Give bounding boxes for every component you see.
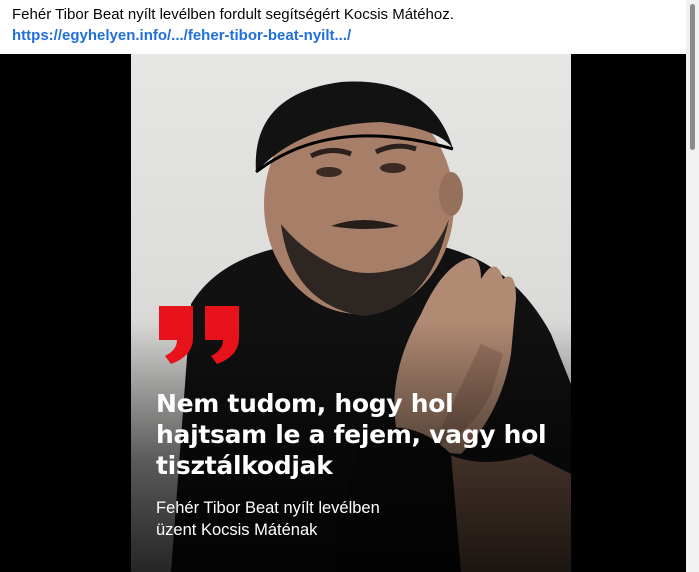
subline-line: Fehér Tibor Beat nyílt levélben	[156, 499, 380, 517]
headline-line: hajtsam le a fejem, vagy hol	[156, 420, 547, 449]
video-frame[interactable]: Nem tudom, hogy hol hajtsam le a fejem, …	[131, 54, 571, 572]
scrollbar-thumb[interactable]	[690, 4, 695, 150]
post-header: Fehér Tibor Beat nyílt levélben fordult …	[0, 0, 686, 54]
subline-line: üzent Kocsis Máténak	[156, 521, 318, 539]
headline-line: Nem tudom, hogy hol	[156, 389, 454, 418]
scrollbar[interactable]	[686, 0, 699, 572]
quote-icon	[159, 306, 239, 364]
post-link[interactable]: https://egyhelyen.info/.../feher-tibor-b…	[12, 27, 351, 44]
post-text: Fehér Tibor Beat nyílt levélben fordult …	[12, 6, 454, 23]
quote-subline: Fehér Tibor Beat nyílt levélben üzent Ko…	[156, 497, 556, 541]
quote-headline: Nem tudom, hogy hol hajtsam le a fejem, …	[156, 388, 566, 481]
headline-line: tisztálkodjak	[156, 451, 333, 480]
post-media[interactable]: Nem tudom, hogy hol hajtsam le a fejem, …	[0, 54, 686, 572]
